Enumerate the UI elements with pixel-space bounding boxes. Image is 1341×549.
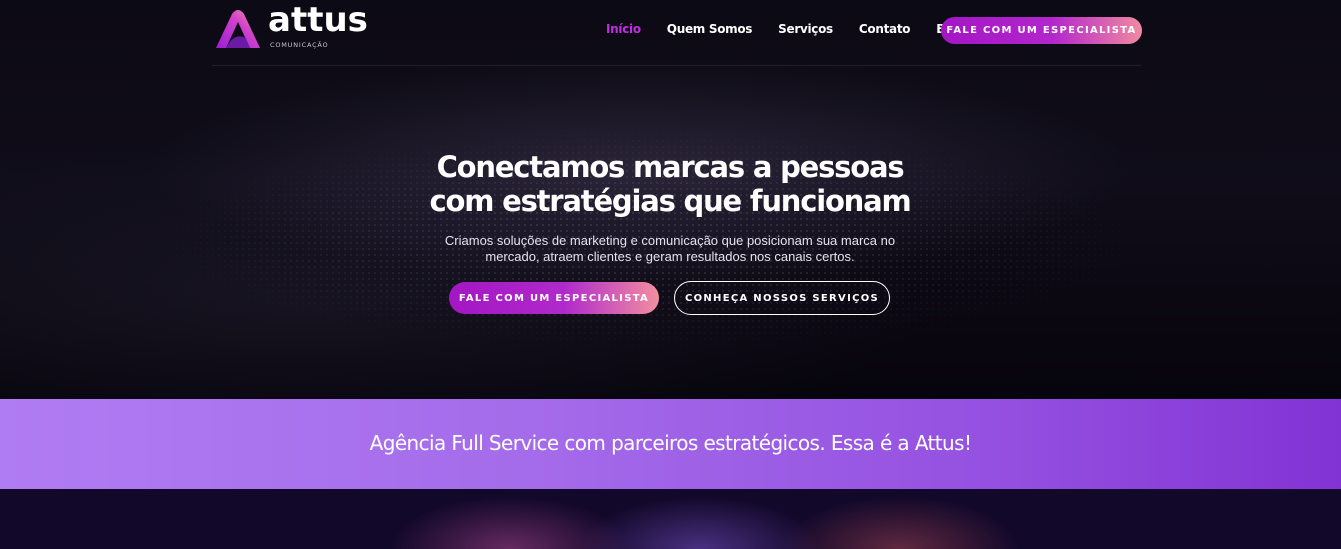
banner-text: Agência Full Service com parceiros estra… [369,431,972,455]
hero-description-line-2: mercado, atraem clientes e geram resulta… [485,249,855,264]
header-cta-button[interactable]: FALE COM UM ESPECIALISTA [941,17,1142,44]
hero-title-line-1: Conectamos marcas a pessoas [436,150,905,184]
hero-title-line-2: com estratégias que funcionam [429,184,911,218]
attus-logo-mark-icon [216,10,260,48]
attus-logo[interactable]: attus COMUNICAÇÃO [212,0,382,52]
nav-item-quem-somos[interactable]: Quem Somos [667,22,753,36]
nav-item-contato[interactable]: Contato [859,22,911,36]
next-section-glow [0,489,1341,549]
logo-tagline: COMUNICAÇÃO [270,41,329,49]
hero-section: attus COMUNICAÇÃO Início Quem Somos Serv… [0,0,1341,399]
main-nav: Início Quem Somos Serviços Contato Blog [606,22,991,36]
full-service-banner: Agência Full Service com parceiros estra… [0,399,1341,489]
nav-item-inicio[interactable]: Início [606,22,641,36]
view-services-button[interactable]: CONHEÇA NOSSOS SERVIÇOS [674,281,890,315]
hero-description: Criamos soluções de marketing e comunica… [420,233,920,265]
logo-wordmark: attus [268,0,368,40]
page: attus COMUNICAÇÃO Início Quem Somos Serv… [0,0,1341,549]
hero-description-line-1: Criamos soluções de marketing e comunica… [444,233,896,248]
nav-item-servicos[interactable]: Serviços [778,22,833,36]
talk-to-specialist-button[interactable]: FALE COM UM ESPECIALISTA [449,282,659,314]
site-header: attus COMUNICAÇÃO Início Quem Somos Serv… [212,0,1142,66]
hero-title: Conectamos marcas a pessoas com estratég… [370,150,970,218]
